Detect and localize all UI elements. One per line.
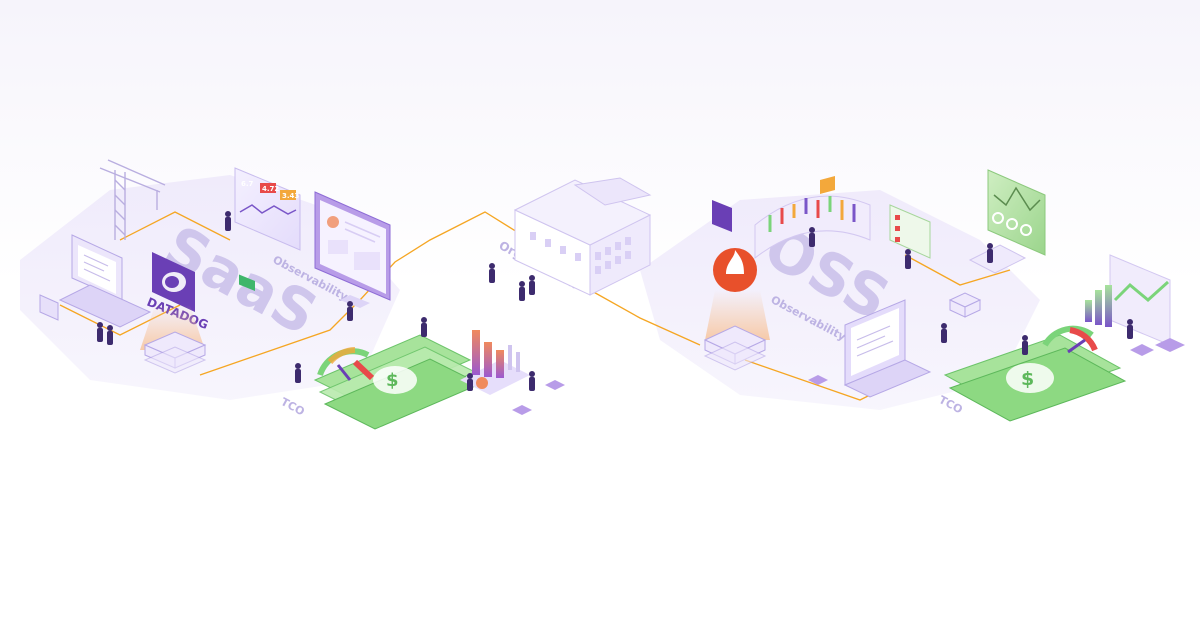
isometric-scene: SaaS Observability TCO Organization OSS …	[20, 159, 1185, 430]
building-icon	[513, 177, 652, 296]
green-dashboard	[968, 169, 1046, 274]
right-dollar-glyph: $	[1021, 368, 1034, 390]
left-tco-label: TCO	[279, 395, 307, 418]
stock-value-3: 3.43	[282, 192, 299, 200]
stock-value-2: 4.72	[262, 185, 279, 193]
stock-value-1: 6.7	[241, 180, 254, 188]
right-tco-label: TCO	[937, 393, 965, 416]
right-bar-chart-icon	[1085, 254, 1185, 356]
dollar-glyph: $	[386, 370, 399, 391]
illustration-canvas: SaaS Observability TCO Organization OSS …	[0, 0, 1200, 628]
